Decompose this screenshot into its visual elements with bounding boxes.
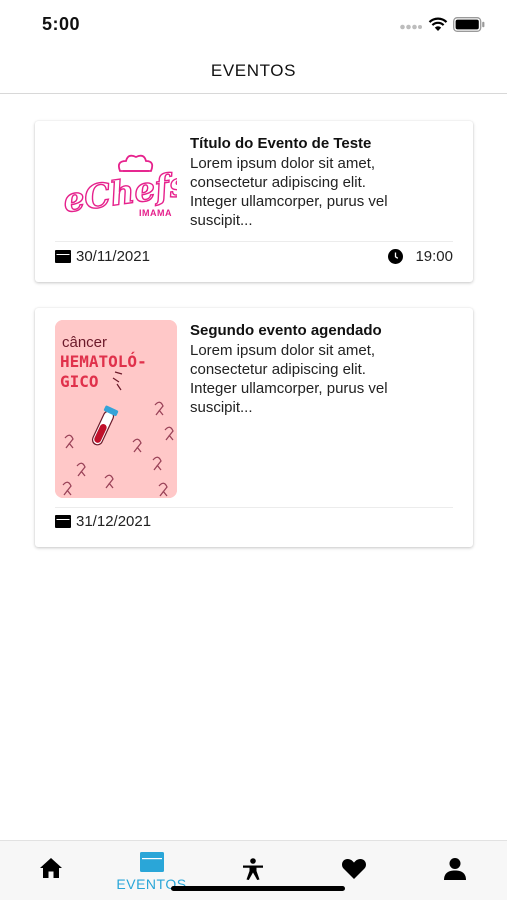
- event-card[interactable]: eChefs IMAMA Título do Evento de Teste L…: [35, 121, 473, 282]
- calendar-icon: [55, 515, 71, 528]
- event-card[interactable]: câncer HEMATOLÓ- GICO Segundo evento age…: [35, 308, 473, 547]
- clock-icon: [388, 249, 404, 264]
- calendar-icon: [139, 852, 164, 872]
- tab-accessibility[interactable]: [202, 841, 303, 900]
- signal-icon: [400, 24, 422, 30]
- battery-icon: [453, 17, 485, 32]
- svg-text:HEMATOLÓ-: HEMATOLÓ-: [60, 352, 147, 371]
- card-divider: [55, 507, 453, 508]
- heart-icon: [341, 859, 366, 879]
- event-image: eChefs IMAMA: [55, 133, 191, 241]
- event-date: 30/11/2021: [55, 248, 150, 265]
- event-date: 31/12/2021: [55, 513, 151, 530]
- tab-favorites[interactable]: [303, 841, 404, 900]
- svg-text:câncer: câncer: [62, 334, 107, 351]
- app-header: EVENTOS: [0, 48, 507, 94]
- status-bar: 5:00: [0, 0, 507, 48]
- event-time: 19:00: [388, 248, 453, 265]
- card-divider: [55, 241, 453, 242]
- cancer-hematologico-poster: câncer HEMATOLÓ- GICO: [55, 320, 177, 498]
- event-title: Título do Evento de Teste: [190, 135, 372, 152]
- svg-text:GICO: GICO: [60, 372, 99, 391]
- home-indicator[interactable]: [171, 886, 345, 891]
- echefs-logo: eChefs IMAMA: [60, 154, 191, 221]
- status-time: 5:00: [42, 14, 81, 34]
- tab-home[interactable]: [0, 841, 101, 900]
- event-date-text: 30/11/2021: [76, 248, 150, 265]
- svg-text:IMAMA: IMAMA: [139, 208, 172, 218]
- home-icon: [39, 858, 62, 878]
- event-description: Lorem ipsum dolor sit amet, consectetur …: [190, 342, 388, 416]
- event-date-text: 31/12/2021: [76, 513, 152, 530]
- wifi-icon: [428, 17, 448, 31]
- event-time-text: 19:00: [415, 248, 453, 265]
- accessibility-icon: [242, 858, 263, 880]
- event-text: Segundo evento agendado Lorem ipsum dolo…: [190, 321, 460, 417]
- tab-bar: EVENTOS: [0, 840, 507, 900]
- tab-profile[interactable]: [404, 841, 505, 900]
- page-title: EVENTOS: [210, 61, 297, 80]
- calendar-icon: [55, 250, 71, 263]
- person-icon: [443, 858, 466, 880]
- tab-eventos[interactable]: EVENTOS: [101, 841, 202, 900]
- event-description: Lorem ipsum dolor sit amet, consectetur …: [190, 155, 388, 229]
- event-image: câncer HEMATOLÓ- GICO: [55, 320, 177, 498]
- event-title: Segundo evento agendado: [190, 322, 382, 339]
- event-text: Título do Evento de Teste Lorem ipsum do…: [190, 134, 460, 230]
